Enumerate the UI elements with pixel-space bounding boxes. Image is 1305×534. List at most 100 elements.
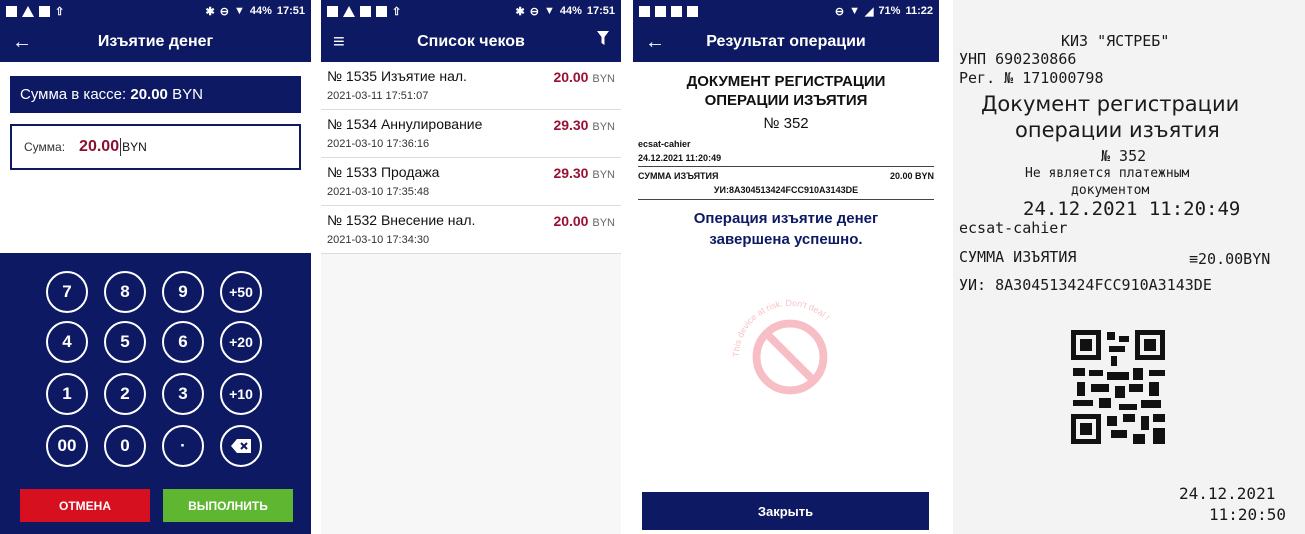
amount-value: 20.00 xyxy=(79,138,120,155)
operation-result-screen: ⊖ ▼ ◢ 71% 11:22 ← Результат операции ДОК… xyxy=(633,0,939,534)
warning-icon xyxy=(343,5,355,17)
key-2[interactable]: 2 xyxy=(104,373,146,415)
cash-balance: Сумма в кассе: 20.00 BYN xyxy=(10,76,301,113)
receipt-amount-value: 29.30 xyxy=(553,165,589,181)
withdrawal-screen: ⇧ ✱ ⊖ ▼ 44% 17:51 ← Изъятие денег Сумма … xyxy=(0,0,311,534)
app-bar: ← Результат операции xyxy=(633,22,939,62)
receipt-doc-title: Документ регистрации xyxy=(981,92,1240,116)
receipt-amount: 29.30 BYN xyxy=(553,117,615,133)
clock: 17:51 xyxy=(276,5,305,17)
receipt-unp: УНП 690230866 xyxy=(959,50,1077,68)
receipt-not-payment: документом xyxy=(1071,183,1150,198)
key-7[interactable]: 7 xyxy=(46,271,88,313)
key-8[interactable]: 8 xyxy=(104,271,146,313)
cash-currency: BYN xyxy=(172,86,203,103)
receipt-footer-date: 24.12.2021 xyxy=(1179,484,1276,503)
execute-button[interactable]: ВЫПОЛНИТЬ xyxy=(163,489,293,522)
receipt-cashier: ecsat-cahier xyxy=(959,219,1068,237)
receipt-amount-value: 20.00 xyxy=(553,69,589,85)
app-bar: ≡ Список чеков xyxy=(321,22,621,62)
printed-receipt-photo: КИЗ "ЯСТРЕБ" УНП 690230866 Рег. № 171000… xyxy=(953,0,1305,534)
receipt-not-payment: Не является платежным xyxy=(1025,166,1190,181)
cancel-button[interactable]: ОТМЕНА xyxy=(20,489,150,522)
receipt-currency: BYN xyxy=(592,169,615,181)
divider xyxy=(638,199,934,200)
list-item[interactable]: № 1534 Аннулирование 2021-03-10 17:36:16… xyxy=(321,110,621,158)
amount-label: Сумма: xyxy=(24,140,66,154)
receipt-date: 2021-03-10 17:35:48 xyxy=(327,186,430,198)
back-arrow-icon[interactable]: ← xyxy=(12,31,32,54)
menu-icon[interactable]: ≡ xyxy=(333,31,345,54)
cashier-name: ecsat-cahier xyxy=(638,139,691,149)
key-plus50[interactable]: +50 xyxy=(220,271,262,313)
receipt-number: № 352 xyxy=(1101,147,1147,165)
document-title-line: ОПЕРАЦИИ ИЗЪЯТИЯ xyxy=(704,92,868,109)
dnd-icon: ⊖ xyxy=(529,5,539,18)
image-icon xyxy=(639,5,650,17)
key-00[interactable]: 00 xyxy=(46,425,88,467)
notification-icon xyxy=(327,5,338,17)
receipt-amount: 29.30 BYN xyxy=(553,165,615,181)
cash-label: Сумма в кассе: xyxy=(20,86,127,103)
wifi-icon: ▼ xyxy=(543,5,555,17)
key-5[interactable]: 5 xyxy=(104,321,146,363)
key-3[interactable]: 3 xyxy=(162,373,204,415)
clock: 11:22 xyxy=(905,5,933,17)
receipt-date: 2021-03-10 17:36:16 xyxy=(327,138,430,150)
filter-icon[interactable] xyxy=(597,31,609,50)
notification-icon xyxy=(376,5,387,17)
dnd-icon: ⊖ xyxy=(834,5,845,18)
battery-percent: 44% xyxy=(559,5,582,17)
notification-icon xyxy=(687,5,698,17)
receipt-currency: BYN xyxy=(592,217,615,229)
page-title: Результат операции xyxy=(706,33,866,50)
status-bar: ⇧ ✱ ⊖ ▼ 44% 17:51 xyxy=(0,0,311,22)
backspace-key[interactable] xyxy=(220,425,262,467)
back-arrow-icon[interactable]: ← xyxy=(645,31,665,54)
text-cursor xyxy=(120,138,122,156)
close-button[interactable]: Закрыть xyxy=(642,492,929,530)
document-title: ДОКУМЕНТ РЕГИСТРАЦИИ ОПЕРАЦИИ ИЗЪЯТИЯ xyxy=(633,72,939,110)
sum-value: 20.00 BYN xyxy=(889,171,934,181)
list-item[interactable]: № 1535 Изъятие нал. 2021-03-11 17:51:07 … xyxy=(321,62,621,110)
notification-icon xyxy=(671,5,682,17)
notification-icon xyxy=(6,5,17,17)
key-6[interactable]: 6 xyxy=(162,321,204,363)
list-item[interactable]: № 1532 Внесение нал. 2021-03-10 17:34:30… xyxy=(321,206,621,254)
key-4[interactable]: 4 xyxy=(46,321,88,363)
amount-input[interactable]: Сумма: 20.00 BYN xyxy=(10,124,301,170)
key-plus20[interactable]: +20 xyxy=(220,321,262,363)
battery-percent: 71% xyxy=(878,5,901,17)
receipt-doc-title: операции изъятия xyxy=(1015,118,1220,142)
document-uid: УИ:8A304513424FCC910A3143DE xyxy=(713,185,859,195)
receipt-currency: BYN xyxy=(592,121,615,133)
document-number: № 352 xyxy=(763,115,809,132)
image-icon xyxy=(360,5,371,17)
key-0[interactable]: 0 xyxy=(104,425,146,467)
qr-code xyxy=(1071,330,1165,444)
receipt-amount: 20.00 BYN xyxy=(553,213,615,229)
list-item[interactable]: № 1533 Продажа 2021-03-10 17:35:48 29.30… xyxy=(321,158,621,206)
wifi-icon: ▼ xyxy=(849,5,860,17)
key-dot[interactable]: · xyxy=(162,425,204,467)
success-line: Операция изъятие денег xyxy=(693,210,879,227)
notification-icon xyxy=(655,5,666,17)
receipt-uid: УИ: 8A304513424FCC910A3143DE xyxy=(959,276,1212,294)
warning-icon xyxy=(22,5,34,17)
receipts-list-screen: ⇧ ✱ ⊖ ▼ 44% 17:51 ≡ Список чеков № 1535 … xyxy=(321,0,621,534)
key-9[interactable]: 9 xyxy=(162,271,204,313)
device-risk-watermark: This device at risk. Don't deal ! xyxy=(731,298,832,395)
success-line: завершена успешно. xyxy=(709,231,863,248)
receipt-date: 2021-03-11 17:51:07 xyxy=(327,90,429,102)
status-bar: ⊖ ▼ ◢ 71% 11:22 xyxy=(633,0,939,22)
receipt-sum-label: СУММА ИЗЪЯТИЯ xyxy=(959,248,1077,266)
page-title: Изъятие денег xyxy=(97,33,214,50)
receipt-currency: BYN xyxy=(592,73,615,85)
receipt-date: 2021-03-10 17:34:30 xyxy=(327,234,430,246)
receipt-sum-value: ≡20.00BYN xyxy=(1189,250,1271,268)
status-bar: ⇧ ✱ ⊖ ▼ 44% 17:51 xyxy=(321,0,621,22)
cash-value: 20.00 xyxy=(130,86,168,103)
key-1[interactable]: 1 xyxy=(46,373,88,415)
key-plus10[interactable]: +10 xyxy=(220,373,262,415)
wifi-icon: ▼ xyxy=(233,5,245,17)
